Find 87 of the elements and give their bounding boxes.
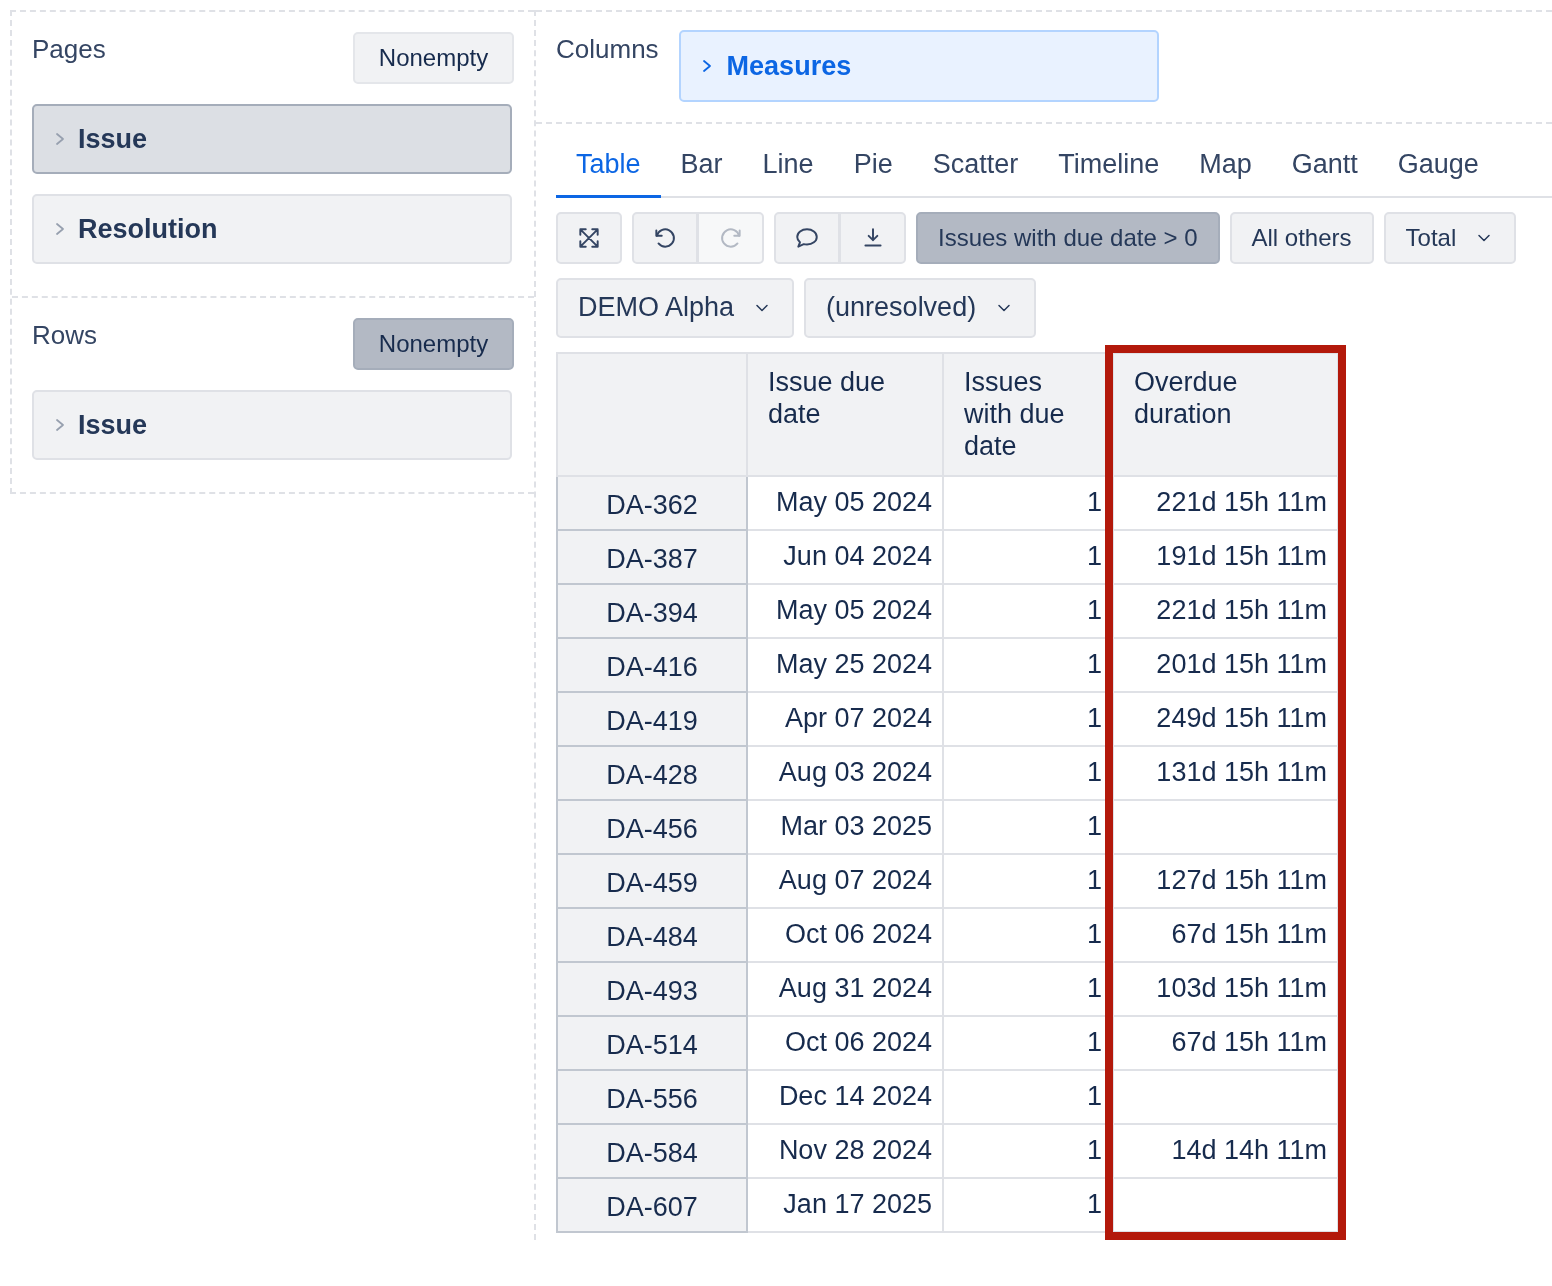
view-tab[interactable]: Table — [556, 138, 661, 198]
dimension-item[interactable]: Issue — [32, 104, 512, 174]
section-title: Columns — [556, 33, 659, 66]
table-cell: 103d 15h 11m — [1113, 961, 1338, 1016]
table-cell: 201d 15h 11m — [1113, 637, 1338, 692]
table-cell: 1 — [943, 583, 1113, 638]
table-cell: Mar 03 2025 — [747, 799, 943, 854]
table-cell: 67d 15h 11m — [1113, 907, 1338, 962]
comment-button[interactable] — [774, 211, 840, 264]
row-header: DA-493 — [557, 961, 747, 1016]
table-cell: 1 — [943, 745, 1113, 800]
filter-button[interactable]: Total — [1383, 211, 1517, 264]
table-cell: 1 — [943, 1069, 1113, 1124]
view-tab[interactable]: Pie — [833, 138, 913, 198]
nonempty-button[interactable]: Nonempty — [353, 32, 514, 84]
view-tab[interactable]: Gantt — [1271, 138, 1378, 198]
table-cell: May 05 2024 — [747, 583, 943, 638]
row-header: DA-362 — [557, 475, 747, 530]
view-tab[interactable]: Map — [1179, 138, 1272, 198]
view-tab[interactable]: Scatter — [912, 138, 1039, 198]
filter-button[interactable]: All others — [1229, 211, 1374, 264]
nonempty-button[interactable]: Nonempty — [353, 318, 514, 370]
row-header: DA-419 — [557, 691, 747, 746]
section-title: Rows — [32, 319, 97, 352]
table-cell: Aug 31 2024 — [747, 961, 943, 1016]
table-cell: 1 — [943, 691, 1113, 746]
row-header: DA-387 — [557, 529, 747, 584]
table-cell: 1 — [943, 961, 1113, 1016]
table-cell: Dec 14 2024 — [747, 1069, 943, 1124]
table-cell: 1 — [943, 799, 1113, 854]
table-cell: 1 — [943, 637, 1113, 692]
section-title: Pages — [32, 33, 106, 66]
table-cell: 1 — [943, 907, 1113, 962]
table-cell: Oct 06 2024 — [747, 1015, 943, 1070]
row-header: DA-456 — [557, 799, 747, 854]
table-cell: 14d 14h 11m — [1113, 1123, 1338, 1178]
table-cell: 1 — [943, 853, 1113, 908]
row-header: DA-607 — [557, 1177, 747, 1232]
table-cell: 1 — [943, 475, 1113, 530]
dimension-item[interactable]: Issue — [32, 390, 512, 460]
table-cell: 249d 15h 11m — [1113, 691, 1338, 746]
dimension-item[interactable]: Measures — [678, 30, 1159, 102]
column-header: Overdue duration — [1113, 352, 1338, 476]
filter-button[interactable]: Issues with due date > 0 — [916, 211, 1220, 264]
row-header: DA-584 — [557, 1123, 747, 1178]
view-tab[interactable]: Gauge — [1377, 138, 1499, 198]
table-cell: Nov 28 2024 — [747, 1123, 943, 1178]
table-cell: Apr 07 2024 — [747, 691, 943, 746]
view-tab[interactable]: Line — [742, 138, 834, 198]
table-cell: 127d 15h 11m — [1113, 853, 1338, 908]
table-cell: Jan 17 2025 — [747, 1177, 943, 1232]
row-header: DA-514 — [557, 1015, 747, 1070]
table-cell: 191d 15h 11m — [1113, 529, 1338, 584]
fullscreen-button[interactable] — [556, 211, 622, 264]
row-header: DA-484 — [557, 907, 747, 962]
download-button[interactable] — [840, 211, 906, 264]
undo-button[interactable] — [632, 211, 698, 264]
chevron-right-icon — [54, 417, 66, 433]
chevron-right-icon — [54, 221, 66, 237]
table-cell: Jun 04 2024 — [747, 529, 943, 584]
chevron-right-icon — [700, 58, 713, 74]
page-filter-dropdown[interactable]: (unresolved) — [804, 277, 1037, 338]
table-cell: May 25 2024 — [747, 637, 943, 692]
row-header: DA-459 — [557, 853, 747, 908]
table-cell: May 05 2024 — [747, 475, 943, 530]
page-filter-dropdown[interactable]: DEMO Alpha — [556, 277, 795, 338]
column-header: Issue due date — [747, 352, 943, 476]
dimension-item[interactable]: Resolution — [32, 194, 512, 264]
row-header: DA-428 — [557, 745, 747, 800]
column-header: Issues with due date — [943, 352, 1113, 476]
row-header: DA-416 — [557, 637, 747, 692]
table-cell: 221d 15h 11m — [1113, 475, 1338, 530]
table-cell: 1 — [943, 529, 1113, 584]
table-cell: 131d 15h 11m — [1113, 745, 1338, 800]
table-cell: 1 — [943, 1123, 1113, 1178]
table-cell: 67d 15h 11m — [1113, 1015, 1338, 1070]
row-header: DA-394 — [557, 583, 747, 638]
table-cell: 221d 15h 11m — [1113, 583, 1338, 638]
table-cell: Aug 07 2024 — [747, 853, 943, 908]
chevron-right-icon — [54, 131, 66, 147]
row-header: DA-556 — [557, 1069, 747, 1124]
table-cell: Aug 03 2024 — [747, 745, 943, 800]
view-tab[interactable]: Timeline — [1038, 138, 1180, 198]
table-cell: 1 — [943, 1177, 1113, 1232]
view-tab[interactable]: Bar — [660, 138, 743, 198]
table-cell: Oct 06 2024 — [747, 907, 943, 962]
table-cell: 1 — [943, 1015, 1113, 1070]
